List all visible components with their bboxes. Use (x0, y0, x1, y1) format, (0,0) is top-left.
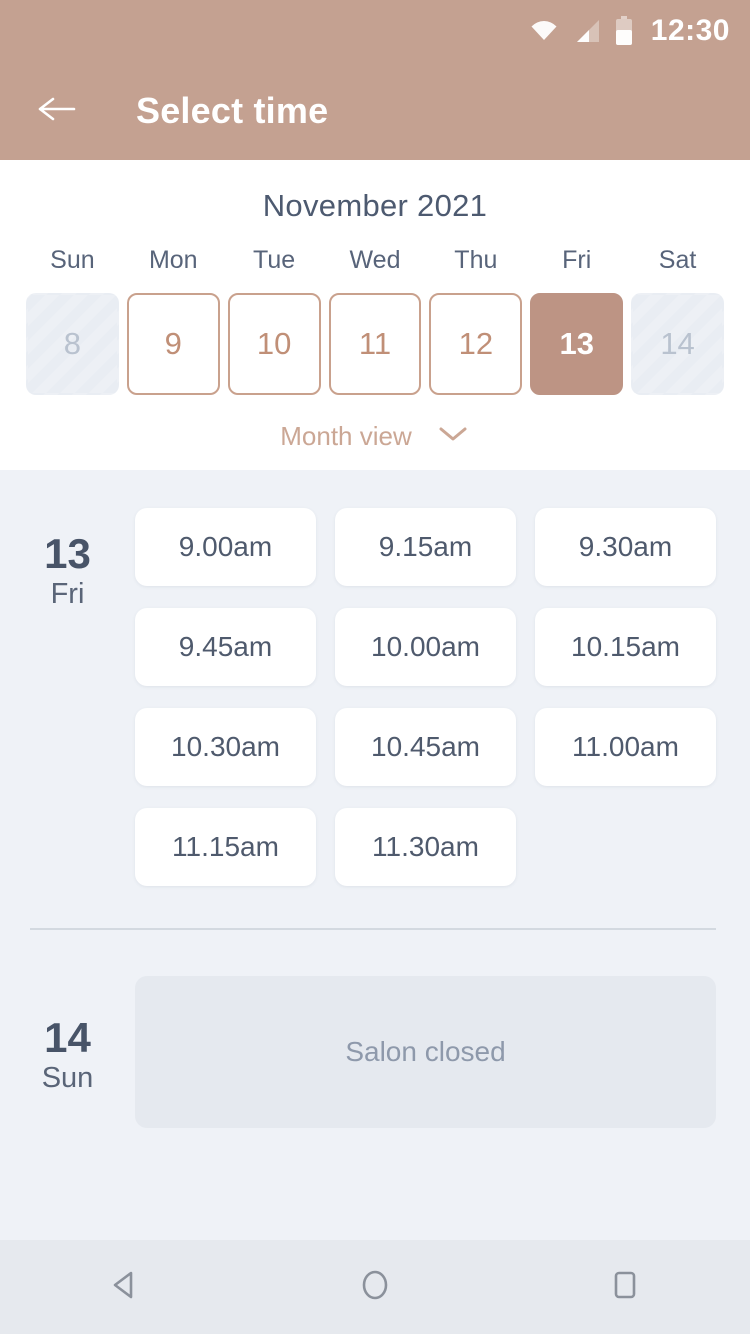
status-bar: 12:30 (0, 0, 750, 62)
calendar-days-row: 8 9 10 11 12 13 14 (0, 275, 750, 395)
signal-icon (573, 18, 601, 44)
calendar-day-9[interactable]: 9 (126, 293, 220, 395)
time-slot[interactable]: 11.30am (335, 808, 516, 886)
calendar-panel: November 2021 Sun Mon Tue Wed Thu Fri Sa… (0, 160, 750, 470)
chevron-down-icon (436, 424, 470, 449)
weekday-label: Fri (562, 246, 592, 274)
time-slot[interactable]: 9.15am (335, 508, 516, 586)
day-name: Sun (41, 1062, 94, 1095)
day-label-14: 14 Sun (0, 976, 135, 1128)
day-group-13: 13 Fri 9.00am 9.15am 9.30am 9.45am 10.00… (0, 496, 750, 886)
time-slot[interactable]: 10.45am (335, 708, 516, 786)
month-title: November 2021 (262, 188, 488, 223)
weekday-label: Sat (658, 246, 697, 274)
day-number: 14 (44, 1014, 91, 1061)
page-title: Select time (136, 90, 329, 131)
calendar-day-10[interactable]: 10 (227, 293, 321, 395)
wifi-icon (529, 19, 559, 43)
weekday-label: Tue (253, 246, 296, 274)
status-bar-clock: 12:30 (650, 14, 730, 47)
time-slots-area: 13 Fri 9.00am 9.15am 9.30am 9.45am 10.00… (0, 470, 750, 1240)
time-slot[interactable]: 9.45am (135, 608, 316, 686)
month-view-toggle[interactable]: Month view (0, 395, 750, 452)
day-name: Fri (50, 578, 85, 611)
time-slot[interactable]: 10.15am (535, 608, 716, 686)
calendar-day-8: 8 (26, 293, 119, 395)
calendar-day-14: 14 (631, 293, 724, 395)
slot-grid: 9.00am 9.15am 9.30am 9.45am 10.00am 10.1… (135, 496, 716, 886)
nav-home-icon (355, 1265, 395, 1310)
nav-recents-button[interactable] (580, 1242, 670, 1332)
app-bar: Select time (0, 62, 750, 160)
time-slot[interactable]: 10.30am (135, 708, 316, 786)
time-slot[interactable]: 9.30am (535, 508, 716, 586)
calendar-day-12[interactable]: 12 (429, 293, 523, 395)
calendar-day-11[interactable]: 11 (328, 293, 422, 395)
back-arrow-icon (36, 94, 76, 129)
weekday-header-row: Sun Mon Tue Wed Thu Fri Sat (0, 246, 750, 275)
app-screen: 12:30 Select time November 2021 Sun Mon … (0, 0, 750, 1334)
weekday-label: Sun (50, 246, 95, 274)
battery-icon (615, 16, 633, 46)
nav-recents-icon (605, 1265, 645, 1310)
calendar-day-13[interactable]: 13 (530, 293, 624, 395)
back-button[interactable] (34, 89, 78, 133)
nav-home-button[interactable] (330, 1242, 420, 1332)
time-slot[interactable]: 11.15am (135, 808, 316, 886)
weekday-label: Wed (349, 246, 401, 274)
time-slot[interactable]: 11.00am (535, 708, 716, 786)
salon-closed-card: Salon closed (135, 976, 716, 1128)
system-nav-bar (0, 1240, 750, 1334)
weekday-label: Mon (148, 246, 198, 274)
day-number: 13 (44, 530, 91, 577)
month-view-label: Month view (280, 421, 412, 451)
nav-back-icon (105, 1265, 145, 1310)
day-label-13: 13 Fri (0, 496, 135, 612)
day-group-14: 14 Sun Salon closed (0, 930, 750, 1128)
nav-back-button[interactable] (80, 1242, 170, 1332)
time-slot[interactable]: 10.00am (335, 608, 516, 686)
time-slot[interactable]: 9.00am (135, 508, 316, 586)
weekday-label: Thu (454, 246, 498, 274)
